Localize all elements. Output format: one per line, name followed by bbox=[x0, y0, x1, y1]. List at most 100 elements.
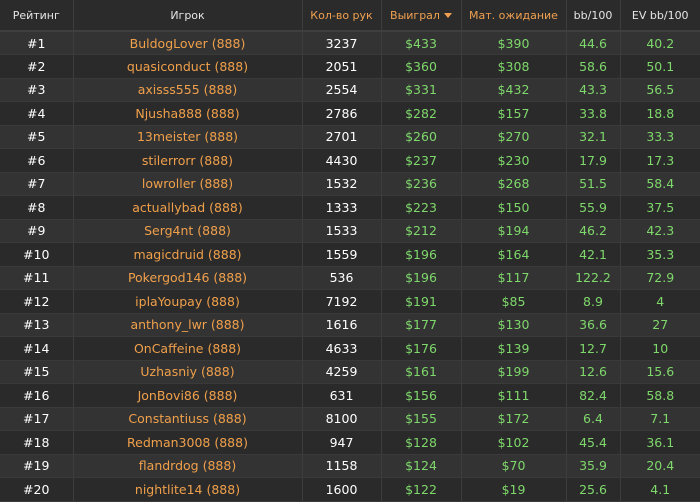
sort-desc-icon bbox=[443, 13, 452, 18]
rank-cell: #6 bbox=[0, 148, 74, 173]
table-row: #15 Uzhasniy (888) 4259 $161 $199 12.6 15.6 bbox=[0, 360, 700, 384]
player-name-link[interactable]: anthony_lwr (888) bbox=[73, 313, 303, 337]
player-name-link[interactable]: magicdruid (888) bbox=[73, 242, 303, 267]
player-name-link[interactable]: quasiconduct (888) bbox=[73, 54, 303, 79]
header-player[interactable]: Игрок bbox=[73, 0, 303, 32]
header-row: Рейтинг Игрок Кол-во рук Выиграл Мат. ож… bbox=[0, 0, 700, 32]
bb100-cell: 82.4 bbox=[566, 383, 621, 408]
ev-amount-cell: $230 bbox=[461, 148, 567, 173]
won-amount-cell: $155 bbox=[381, 407, 462, 431]
ev-amount-cell: $172 bbox=[461, 407, 567, 431]
rank-cell: #16 bbox=[0, 383, 74, 408]
bb100-cell: 46.2 bbox=[566, 219, 621, 243]
table-row: #3 axisss555 (888) 2554 $331 $432 43.3 56.5 bbox=[0, 78, 700, 102]
table-row: #4 Njusha888 (888) 2786 $282 $157 33.8 18.8 bbox=[0, 101, 700, 126]
player-name-link[interactable]: stilerrorr (888) bbox=[73, 148, 303, 173]
rank-cell: #15 bbox=[0, 360, 74, 384]
header-evbb100[interactable]: EV bb/100 bbox=[620, 0, 700, 32]
rank-cell: #1 bbox=[0, 31, 74, 55]
player-name-link[interactable]: axisss555 (888) bbox=[73, 78, 303, 102]
evbb100-cell: 7.1 bbox=[620, 407, 700, 431]
evbb100-cell: 15.6 bbox=[620, 360, 700, 384]
hands-count-cell: 2701 bbox=[302, 125, 382, 149]
player-name-link[interactable]: nightlite14 (888) bbox=[73, 477, 303, 502]
ev-amount-cell: $117 bbox=[461, 266, 567, 290]
player-name-link[interactable]: Uzhasniy (888) bbox=[73, 360, 303, 384]
hands-count-cell: 3237 bbox=[302, 31, 382, 55]
player-name-link[interactable]: flandrdog (888) bbox=[73, 454, 303, 478]
evbb100-cell: 58.8 bbox=[620, 383, 700, 408]
hands-count-cell: 947 bbox=[302, 430, 382, 455]
player-name-link[interactable]: iplaYoupay (888) bbox=[73, 289, 303, 314]
player-name-link[interactable]: Njusha888 (888) bbox=[73, 101, 303, 126]
player-name-link[interactable]: lowroller (888) bbox=[73, 172, 303, 196]
hands-count-cell: 2051 bbox=[302, 54, 382, 79]
player-name-link[interactable]: actuallybad (888) bbox=[73, 195, 303, 220]
won-amount-cell: $237 bbox=[381, 148, 462, 173]
hands-count-cell: 4259 bbox=[302, 360, 382, 384]
player-name-link[interactable]: JonBovi86 (888) bbox=[73, 383, 303, 408]
header-won[interactable]: Выиграл bbox=[381, 0, 462, 32]
bb100-cell: 6.4 bbox=[566, 407, 621, 431]
bb100-cell: 25.6 bbox=[566, 477, 621, 502]
header-ev[interactable]: Мат. ожидание bbox=[461, 0, 567, 32]
rank-cell: #13 bbox=[0, 313, 74, 337]
bb100-cell: 58.6 bbox=[566, 54, 621, 79]
player-name-link[interactable]: BuldogLover (888) bbox=[73, 31, 303, 55]
header-ev-label: Мат. ожидание bbox=[469, 8, 558, 22]
table-row: #12 iplaYoupay (888) 7192 $191 $85 8.9 4 bbox=[0, 289, 700, 314]
evbb100-cell: 37.5 bbox=[620, 195, 700, 220]
table-body: #1 BuldogLover (888) 3237 $433 $390 44.6 40.2 #… bbox=[0, 31, 700, 502]
rank-cell: #14 bbox=[0, 336, 74, 361]
evbb100-cell: 56.5 bbox=[620, 78, 700, 102]
bb100-cell: 44.6 bbox=[566, 31, 621, 55]
bb100-cell: 35.9 bbox=[566, 454, 621, 478]
won-amount-cell: $223 bbox=[381, 195, 462, 220]
rank-cell: #10 bbox=[0, 242, 74, 267]
player-name-link[interactable]: OnCaffeine (888) bbox=[73, 336, 303, 361]
hands-count-cell: 8100 bbox=[302, 407, 382, 431]
won-amount-cell: $128 bbox=[381, 430, 462, 455]
rank-cell: #19 bbox=[0, 454, 74, 478]
player-name-link[interactable]: Pokergod146 (888) bbox=[73, 266, 303, 290]
header-hands[interactable]: Кол-во рук bbox=[302, 0, 382, 32]
evbb100-cell: 10 bbox=[620, 336, 700, 361]
ev-amount-cell: $111 bbox=[461, 383, 567, 408]
ev-amount-cell: $432 bbox=[461, 78, 567, 102]
leaderboard-table: Рейтинг Игрок Кол-во рук Выиграл Мат. ож… bbox=[0, 0, 700, 502]
header-rank[interactable]: Рейтинг bbox=[0, 0, 74, 32]
rank-cell: #4 bbox=[0, 101, 74, 126]
hands-count-cell: 4430 bbox=[302, 148, 382, 173]
bb100-cell: 12.7 bbox=[566, 336, 621, 361]
ev-amount-cell: $102 bbox=[461, 430, 567, 455]
bb100-cell: 17.9 bbox=[566, 148, 621, 173]
hands-count-cell: 2786 bbox=[302, 101, 382, 126]
won-amount-cell: $122 bbox=[381, 477, 462, 502]
hands-count-cell: 1559 bbox=[302, 242, 382, 267]
hands-count-cell: 1532 bbox=[302, 172, 382, 196]
header-bb100-label: bb/100 bbox=[573, 8, 613, 22]
won-amount-cell: $156 bbox=[381, 383, 462, 408]
ev-amount-cell: $270 bbox=[461, 125, 567, 149]
table-row: #13 anthony_lwr (888) 1616 $177 $130 36.6 27 bbox=[0, 313, 700, 337]
evbb100-cell: 33.3 bbox=[620, 125, 700, 149]
player-name-link[interactable]: Constantiuss (888) bbox=[73, 407, 303, 431]
ev-amount-cell: $194 bbox=[461, 219, 567, 243]
hands-count-cell: 1600 bbox=[302, 477, 382, 502]
bb100-cell: 51.5 bbox=[566, 172, 621, 196]
table-row: #19 flandrdog (888) 1158 $124 $70 35.9 20.4 bbox=[0, 454, 700, 478]
evbb100-cell: 58.4 bbox=[620, 172, 700, 196]
evbb100-cell: 40.2 bbox=[620, 31, 700, 55]
player-name-link[interactable]: Serg4nt (888) bbox=[73, 219, 303, 243]
won-amount-cell: $212 bbox=[381, 219, 462, 243]
ev-amount-cell: $150 bbox=[461, 195, 567, 220]
rank-cell: #5 bbox=[0, 125, 74, 149]
hands-count-cell: 1533 bbox=[302, 219, 382, 243]
rank-cell: #20 bbox=[0, 477, 74, 502]
table-row: #17 Constantiuss (888) 8100 $155 $172 6.4 7.1 bbox=[0, 407, 700, 431]
player-name-link[interactable]: 13meister (888) bbox=[73, 125, 303, 149]
header-bb100[interactable]: bb/100 bbox=[566, 0, 621, 32]
bb100-cell: 33.8 bbox=[566, 101, 621, 126]
player-name-link[interactable]: Redman3008 (888) bbox=[73, 430, 303, 455]
table-row: #18 Redman3008 (888) 947 $128 $102 45.4 36.1 bbox=[0, 430, 700, 455]
